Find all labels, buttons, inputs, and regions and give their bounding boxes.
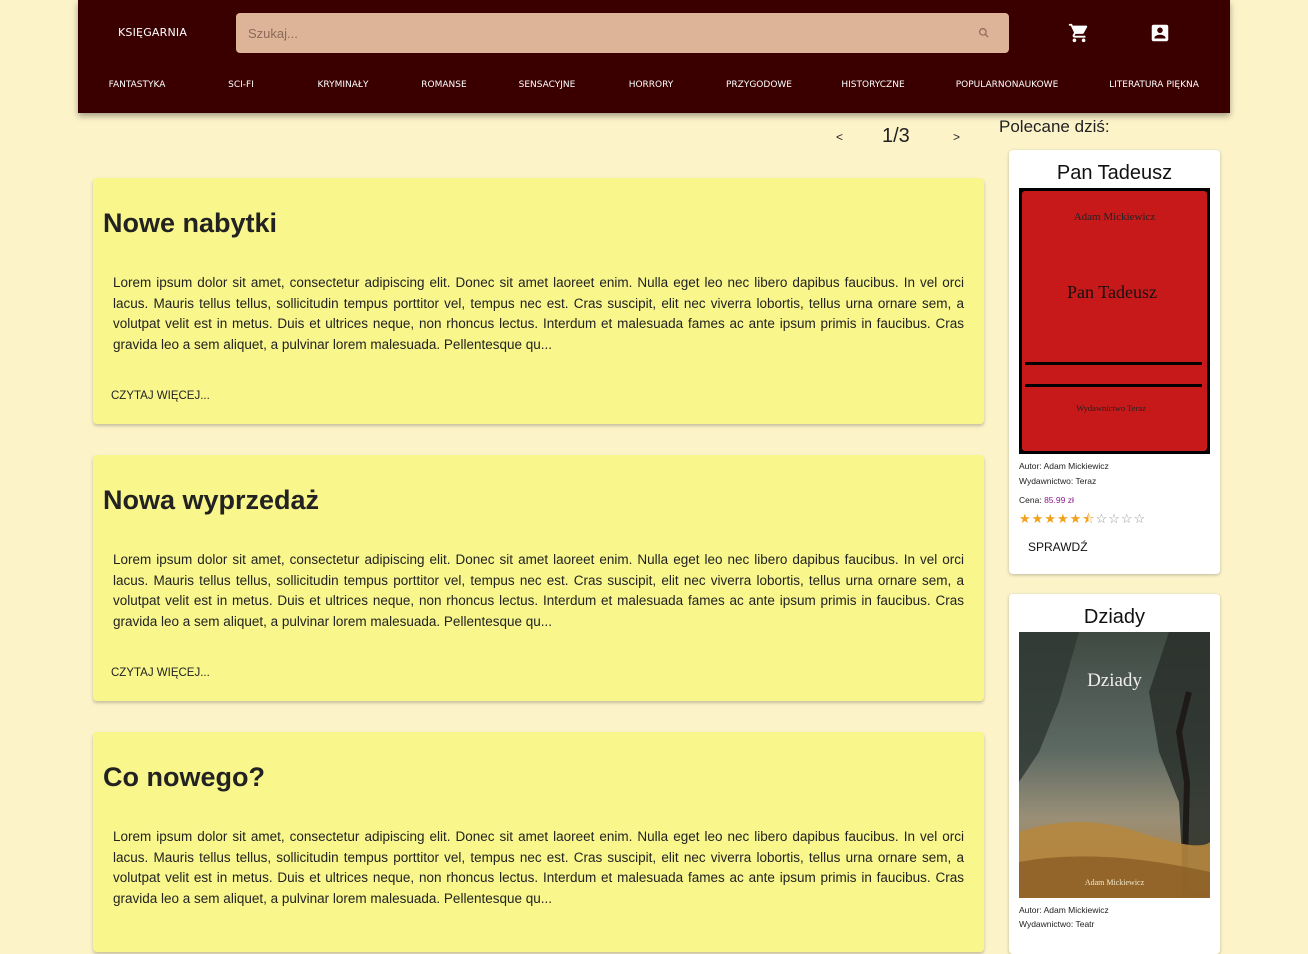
- book-title: Pan Tadeusz: [1056, 162, 1173, 184]
- author-label: Autor:: [1019, 905, 1042, 915]
- star-full-icon[interactable]: ★: [1032, 511, 1045, 526]
- category-horrory[interactable]: HORRORY: [629, 80, 674, 90]
- publisher-label: Wydawnictwo:: [1019, 476, 1074, 486]
- article-excerpt: Lorem ipsum dolor sit amet, consectetur …: [113, 552, 964, 629]
- read-more-button[interactable]: CZYTAJ WIĘCEJ...: [111, 390, 210, 402]
- star-empty-icon[interactable]: ☆: [1121, 511, 1134, 526]
- article-card: Nowe nabytki Lorem ipsum dolor sit amet,…: [93, 178, 984, 424]
- rating-stars[interactable]: ★★★★★⯪☆☆☆☆: [1019, 510, 1146, 532]
- brand-logo[interactable]: KSIĘGARNIA: [118, 26, 187, 39]
- category-sci-fi[interactable]: SCI-FI: [228, 80, 254, 90]
- category-literatura-piekna[interactable]: LITERATURA PIĘKNA: [1109, 80, 1199, 90]
- category-sensacyjne[interactable]: SENSACYJNE: [519, 80, 576, 90]
- cover-title: Dziady: [1087, 670, 1142, 691]
- account-box-icon[interactable]: [1149, 22, 1171, 44]
- author-value: Adam Mickiewicz: [1043, 905, 1109, 915]
- search-input[interactable]: [246, 21, 950, 45]
- article-title: Nowe nabytki: [103, 208, 278, 238]
- cover-author: Adam Mickiewicz: [1085, 878, 1145, 887]
- category-nav: FANTASTYKA SCI-FI KRYMINAŁY ROMANSE SENS…: [78, 80, 1230, 96]
- cover-publisher: Wydawnictwo Teraz: [1076, 403, 1146, 413]
- page-indicator: 1/3: [882, 125, 910, 147]
- book-author-row: Autor: Adam Mickiewicz: [1019, 905, 1109, 915]
- book-title: Dziady: [1083, 606, 1146, 628]
- book-publisher-row: Wydawnictwo: Teraz: [1019, 476, 1096, 486]
- author-value: Adam Mickiewicz: [1043, 461, 1109, 471]
- article-card: Nowa wyprzedaż Lorem ipsum dolor sit ame…: [93, 455, 984, 701]
- star-empty-icon[interactable]: ☆: [1108, 511, 1121, 526]
- publisher-value: Teatr: [1075, 919, 1095, 929]
- book-price-row: Cena: 85.99 zł: [1019, 495, 1074, 505]
- article-card: Co nowego? Lorem ipsum dolor sit amet, c…: [93, 732, 984, 952]
- book-card: Pan Tadeusz Adam Mickiewicz Pan Tadeusz …: [1009, 150, 1220, 574]
- read-more-button[interactable]: CZYTAJ WIĘCEJ...: [111, 667, 210, 679]
- category-fantastyka[interactable]: FANTASTYKA: [109, 80, 166, 90]
- star-full-icon[interactable]: ★: [1044, 511, 1057, 526]
- star-full-icon[interactable]: ★: [1070, 511, 1083, 526]
- cover-title: Pan Tadeusz: [1067, 282, 1157, 302]
- cover-author: Adam Mickiewicz: [1074, 211, 1156, 223]
- category-kryminaly[interactable]: KRYMINAŁY: [318, 80, 369, 90]
- book-cover[interactable]: Dziady Adam Mickiewicz: [1019, 632, 1210, 898]
- book-author-row: Autor: Adam Mickiewicz: [1019, 461, 1109, 471]
- cart-icon[interactable]: [1068, 22, 1090, 44]
- article-title: Co nowego?: [103, 762, 265, 792]
- price-label: Cena:: [1019, 495, 1042, 505]
- next-page-button[interactable]: >: [953, 130, 960, 144]
- category-romanse[interactable]: ROMANSE: [421, 80, 466, 90]
- category-popularnonaukowe[interactable]: POPULARNONAUKOWE: [956, 80, 1059, 90]
- check-book-button[interactable]: SPRAWDŹ: [1028, 540, 1088, 554]
- search-icon[interactable]: [977, 26, 991, 40]
- category-przygodowe[interactable]: PRZYGODOWE: [726, 80, 792, 90]
- star-half-icon[interactable]: ⯪: [1082, 511, 1095, 526]
- publisher-label: Wydawnictwo:: [1019, 919, 1074, 929]
- book-publisher-row: Wydawnictwo: Teatr: [1019, 919, 1094, 929]
- star-empty-icon[interactable]: ☆: [1134, 511, 1147, 526]
- book-card: Dziady Dziady Adam Mickiewicz Autor: Ada…: [1009, 594, 1220, 954]
- category-historyczne[interactable]: HISTORYCZNE: [841, 80, 904, 90]
- prev-page-button[interactable]: <: [836, 130, 843, 144]
- star-empty-icon[interactable]: ☆: [1096, 511, 1109, 526]
- publisher-value: Teraz: [1075, 476, 1097, 486]
- article-excerpt: Lorem ipsum dolor sit amet, consectetur …: [113, 275, 964, 352]
- article-excerpt: Lorem ipsum dolor sit amet, consectetur …: [113, 829, 964, 906]
- app-bar: KSIĘGARNIA FANTASTYKA SCI-FI KRYMINAŁY R…: [78, 0, 1230, 113]
- star-full-icon[interactable]: ★: [1019, 511, 1032, 526]
- book-cover[interactable]: Adam Mickiewicz Pan Tadeusz Wydawnictwo …: [1019, 188, 1210, 454]
- article-title: Nowa wyprzedaż: [103, 485, 320, 515]
- search-box[interactable]: [236, 13, 1009, 53]
- recommended-heading: Polecane dziś:: [999, 117, 1110, 136]
- author-label: Autor:: [1019, 461, 1042, 471]
- star-full-icon[interactable]: ★: [1057, 511, 1070, 526]
- price-value: 85.99 zł: [1044, 495, 1074, 505]
